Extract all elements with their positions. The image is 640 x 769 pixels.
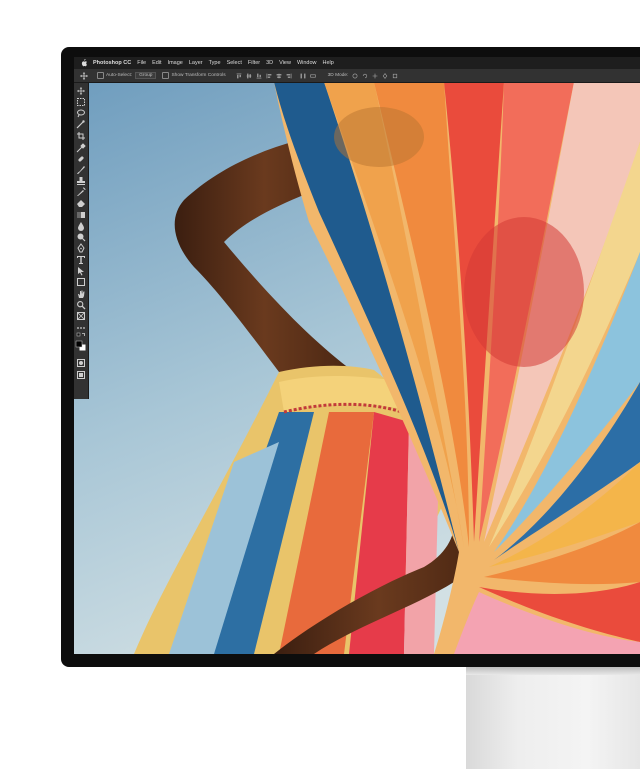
3d-slide-icon[interactable]: [382, 72, 388, 79]
screen-mode-icon[interactable]: [77, 371, 85, 379]
lasso-icon[interactable]: [77, 109, 85, 118]
pen-icon[interactable]: [77, 243, 85, 253]
monitor-stand: [466, 667, 640, 769]
menu-view[interactable]: View: [279, 60, 291, 66]
more-icon[interactable]: [77, 327, 85, 329]
eyedropper-icon[interactable]: [76, 143, 86, 153]
history-brush-icon[interactable]: [77, 187, 86, 196]
shape-icon[interactable]: [77, 278, 85, 286]
auto-select-checkbox[interactable]: [97, 72, 104, 79]
move-tool-preset-icon[interactable]: [80, 71, 88, 80]
app-name[interactable]: Photoshop CC: [93, 60, 131, 66]
menu-select[interactable]: Select: [227, 60, 242, 66]
menu-window[interactable]: Window: [297, 60, 317, 66]
document-canvas[interactable]: [74, 82, 640, 654]
move-icon[interactable]: [77, 87, 85, 95]
eraser-icon[interactable]: [77, 200, 85, 207]
menu-filter[interactable]: Filter: [248, 60, 260, 66]
align-hcenter-icon[interactable]: [276, 73, 282, 79]
auto-select-dropdown[interactable]: Group: [135, 72, 157, 79]
menu-image[interactable]: Image: [168, 60, 183, 66]
menu-type[interactable]: Type: [209, 60, 221, 66]
blur-icon[interactable]: [78, 222, 84, 231]
3d-roll-icon[interactable]: [362, 73, 368, 79]
menu-bar: Photoshop CC File Edit Image Layer Type …: [74, 57, 640, 69]
tools-icons: [75, 87, 86, 379]
3d-scale-icon[interactable]: [392, 73, 398, 79]
photo-artwork: [74, 82, 640, 654]
stand-shadow: [466, 667, 640, 675]
dodge-icon[interactable]: [77, 233, 86, 242]
brush-icon[interactable]: [77, 166, 85, 174]
zoom-icon[interactable]: [77, 301, 86, 310]
path-select-icon[interactable]: [78, 267, 84, 276]
align-vcenter-icon[interactable]: [246, 73, 252, 79]
photoshop-window: Photoshop CC File Edit Image Layer Type …: [74, 57, 640, 654]
quick-mask-icon[interactable]: [77, 359, 85, 367]
distribute-icon[interactable]: [300, 73, 306, 79]
healing-icon[interactable]: [78, 156, 84, 162]
align-right-icon[interactable]: [286, 73, 292, 79]
distribute-spacing-icon[interactable]: [309, 73, 316, 79]
swap-colors-icon[interactable]: [76, 332, 85, 337]
frame-icon[interactable]: [77, 312, 85, 320]
align-top-icon[interactable]: [236, 73, 242, 79]
apple-icon[interactable]: [80, 59, 88, 67]
color-swatches-icon[interactable]: [75, 340, 86, 351]
magic-wand-icon[interactable]: [76, 120, 85, 129]
menu-file[interactable]: File: [137, 60, 146, 66]
menu-layer[interactable]: Layer: [189, 60, 203, 66]
hand-icon[interactable]: [78, 290, 85, 299]
marquee-icon[interactable]: [77, 98, 85, 106]
menu-3d[interactable]: 3D: [266, 60, 273, 66]
options-bar: Auto-Select: Group Show Transform Contro…: [74, 69, 640, 83]
transform-controls-label: Show Transform Controls: [171, 73, 226, 78]
menu-edit[interactable]: Edit: [152, 60, 161, 66]
menu-help[interactable]: Help: [323, 60, 334, 66]
stamp-icon[interactable]: [77, 177, 85, 185]
align-left-icon[interactable]: [266, 73, 272, 79]
gradient-icon[interactable]: [77, 212, 85, 218]
align-bottom-icon[interactable]: [256, 73, 262, 79]
crop-icon[interactable]: [77, 132, 85, 140]
3d-rotate-icon[interactable]: [352, 73, 358, 79]
transform-controls-checkbox[interactable]: [162, 72, 170, 79]
auto-select-label: Auto-Select:: [106, 73, 133, 78]
3d-drag-icon[interactable]: [372, 73, 378, 79]
type-icon[interactable]: [77, 256, 85, 264]
3d-mode-label: 3D Mode:: [327, 73, 349, 78]
